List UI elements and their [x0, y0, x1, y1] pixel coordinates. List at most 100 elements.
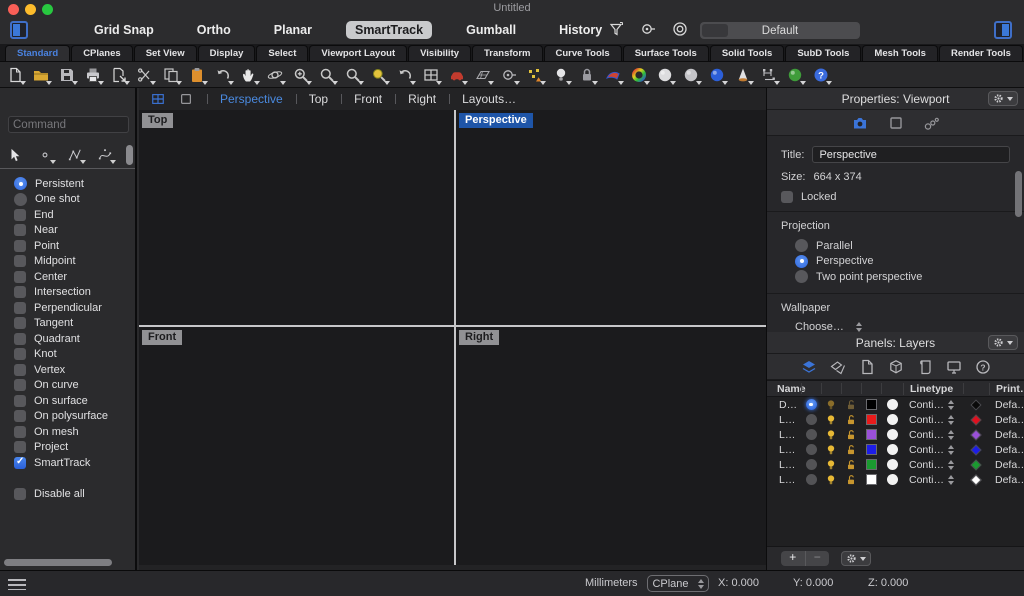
mode-toggle-button[interactable]: Grid Snap — [85, 21, 163, 39]
layer-linetype-select[interactable]: Conti… — [903, 474, 963, 486]
osnap-checkbox[interactable]: Perpendicular — [14, 300, 131, 316]
rendered-sphere-icon[interactable] — [682, 64, 700, 86]
dimension-icon[interactable] — [760, 64, 778, 86]
viewport-tab[interactable]: Top — [296, 92, 341, 106]
viewport-tab[interactable]: Right — [395, 92, 449, 106]
toolbar-tab[interactable]: Select — [256, 45, 308, 61]
layer-print-width-select[interactable]: Defa… — [989, 474, 1024, 486]
projection-radio[interactable]: Parallel — [795, 238, 1010, 254]
viewport-tab[interactable]: Front — [341, 92, 395, 106]
layer-row[interactable]: L… Conti… Defa… — [767, 472, 1024, 487]
viewport-camera-icon[interactable] — [852, 115, 868, 131]
sidebar-horizontal-scrollbar[interactable] — [4, 559, 112, 566]
toolbar-tab[interactable]: Visibility — [408, 45, 471, 61]
zoom-in-icon[interactable] — [292, 64, 310, 86]
four-pane-layout-icon[interactable] — [149, 90, 167, 108]
osnap-checkbox[interactable]: End — [14, 207, 131, 223]
new-file-icon[interactable] — [6, 64, 24, 86]
print-icon[interactable] — [84, 64, 102, 86]
point-tool-icon[interactable] — [36, 144, 54, 166]
layer-color-swatch[interactable] — [866, 429, 877, 440]
sheets-icon[interactable] — [830, 359, 846, 375]
toolbar-tab[interactable]: Render Tools — [939, 45, 1023, 61]
pan-icon[interactable] — [240, 64, 258, 86]
target-rect-icon[interactable] — [888, 115, 904, 131]
layer-lock-icon[interactable] — [841, 399, 861, 411]
zoom-dynamic-icon[interactable] — [318, 64, 336, 86]
layer-material-dot[interactable] — [887, 444, 898, 455]
projection-radio[interactable]: Perspective — [795, 254, 1010, 270]
layer-row[interactable]: L… Conti… Defa… — [767, 442, 1024, 457]
layer-name[interactable]: D… — [767, 399, 801, 411]
left-sidebar-toggle-icon[interactable] — [10, 21, 28, 39]
layer-color-swatch[interactable] — [866, 414, 877, 425]
column-print[interactable]: Print… — [989, 383, 1024, 395]
layer-linetype-select[interactable]: Conti… — [903, 399, 963, 411]
hamburger-menu-icon[interactable] — [8, 579, 26, 590]
layer-row[interactable]: L… Conti… Defa… — [767, 427, 1024, 442]
layer-color-swatch[interactable] — [866, 399, 877, 410]
lights-icon[interactable] — [552, 64, 570, 86]
osnap-checkbox[interactable]: On polysurface — [14, 409, 131, 425]
toolbar-tab[interactable]: Viewport Layout — [309, 45, 407, 61]
display-preset-dropdown[interactable]: Default — [700, 22, 860, 39]
osnap-checkbox[interactable]: On surface — [14, 393, 131, 409]
mode-toggle-button[interactable]: SmartTrack — [346, 21, 432, 39]
layer-color-swatch[interactable] — [866, 459, 877, 470]
undo-icon[interactable] — [214, 64, 232, 86]
save-icon[interactable] — [58, 64, 76, 86]
layer-name[interactable]: L… — [767, 414, 801, 426]
viewport-pane-label[interactable]: Front — [142, 330, 182, 345]
locked-checkbox[interactable]: Locked — [781, 191, 1010, 203]
mode-toggle-button[interactable]: Gumball — [457, 21, 525, 39]
shaded-sphere-icon[interactable] — [656, 64, 674, 86]
scroll-icon[interactable] — [917, 359, 933, 375]
set-view-icon[interactable] — [500, 64, 518, 86]
layer-visibility-bulb-icon[interactable] — [821, 414, 841, 426]
toolbar-tab[interactable]: Solid Tools — [710, 45, 785, 61]
help-circle-icon[interactable] — [975, 359, 991, 375]
layers-icon[interactable] — [801, 359, 817, 375]
color-wheel-icon[interactable] — [630, 64, 648, 86]
viewport-title-input[interactable] — [812, 146, 1010, 163]
layer-row[interactable]: D… Conti… Defa… — [767, 397, 1024, 412]
layer-visibility-bulb-icon[interactable] — [821, 459, 841, 471]
mode-toggle-button[interactable]: Ortho — [188, 21, 240, 39]
osnap-dots-icon[interactable] — [526, 64, 544, 86]
layer-material-dot[interactable] — [887, 459, 898, 470]
record-history-icon[interactable] — [640, 21, 659, 40]
sidebar-tools-scrollbar[interactable] — [126, 145, 133, 165]
layer-visibility-bulb-icon[interactable] — [821, 429, 841, 441]
layer-lock-icon[interactable] — [841, 429, 861, 441]
monitor-icon[interactable] — [946, 359, 962, 375]
current-layer-radio[interactable] — [806, 399, 817, 410]
cplane-dropdown[interactable]: CPlane — [647, 575, 709, 592]
layers-actions-gear-button[interactable] — [841, 551, 871, 566]
osnap-mode-radio[interactable]: Persistent — [14, 176, 131, 192]
curve-tool-icon[interactable] — [96, 144, 114, 166]
layer-linetype-select[interactable]: Conti… — [903, 459, 963, 471]
toolbar-tab[interactable]: Transform — [472, 45, 542, 61]
mode-toggle-button[interactable]: History — [550, 21, 611, 39]
remove-layer-button[interactable]: − — [805, 551, 830, 566]
grasshopper-icon[interactable] — [786, 64, 804, 86]
layer-row[interactable]: L… Conti… Defa… — [767, 457, 1024, 472]
cut-icon[interactable] — [136, 64, 154, 86]
layer-print-width-select[interactable]: Defa… — [989, 399, 1024, 411]
layer-row[interactable]: L… Conti… Defa… — [767, 412, 1024, 427]
layer-print-width-select[interactable]: Defa… — [989, 429, 1024, 441]
column-linetype[interactable]: Linetype — [903, 383, 963, 395]
layer-print-color-diamond[interactable] — [970, 414, 981, 425]
current-layer-radio[interactable] — [806, 459, 817, 470]
viewport-pane-label[interactable]: Perspective — [459, 113, 533, 128]
cursor-icon[interactable] — [6, 144, 24, 166]
layer-print-width-select[interactable]: Defa… — [989, 414, 1024, 426]
osnap-checkbox[interactable]: Vertex — [14, 362, 131, 378]
osnap-checkbox[interactable]: Center — [14, 269, 131, 285]
layer-lock-icon[interactable] — [841, 444, 861, 456]
viewport-tab[interactable]: Layouts… — [449, 92, 529, 106]
osnap-mode-radio[interactable]: One shot — [14, 192, 131, 208]
polyline-tool-icon[interactable] — [66, 144, 84, 166]
osnap-checkbox[interactable]: Point — [14, 238, 131, 254]
layer-color-swatch[interactable] — [866, 474, 877, 485]
